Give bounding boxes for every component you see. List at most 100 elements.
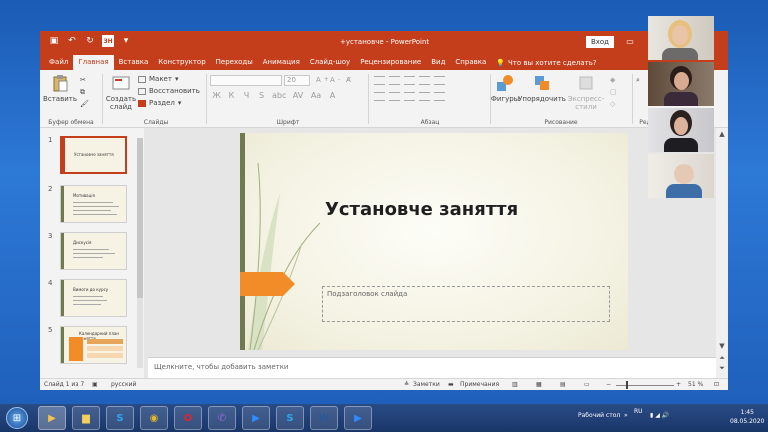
slide-scrollbar[interactable]: ▲ ▼ ⏶ ⏷ [716,128,728,378]
slideshow-view-icon[interactable]: ▭ [584,381,590,388]
scrollbar-thumb[interactable] [137,138,143,298]
notes-pane[interactable]: Щелкните, чтобы добавить заметки [148,357,716,378]
tell-me-box[interactable]: 💡 Что вы хотите сделать? [491,55,601,70]
spacing-button[interactable]: AV [292,91,304,100]
tab-transitions[interactable]: Переходы [211,55,258,70]
zoom-slider-thumb[interactable] [626,381,628,389]
next-slide-icon[interactable]: ⏷ [718,364,726,373]
bold-button[interactable]: Ж [212,91,221,100]
italic-button[interactable]: К [227,91,236,100]
shadow-button[interactable]: S [257,91,266,100]
shape-fill-icon[interactable]: ◆ [610,76,615,84]
bullets-icon[interactable] [374,76,385,85]
quick-styles-button[interactable]: Экспресс-стили [566,74,606,111]
slide-thumbnail[interactable]: Вимоги до курсу [60,279,127,317]
zoom-level[interactable]: 51 % [688,381,703,388]
format-painter-icon[interactable]: 🖌 [80,100,89,108]
cut-icon[interactable]: ✂ [80,76,86,84]
columns-icon[interactable] [434,92,445,101]
increase-indent-icon[interactable] [419,76,430,85]
paste-button[interactable]: Вставить [43,74,77,103]
tab-view[interactable]: Вид [426,55,450,70]
section-button[interactable]: Раздел ▾ [138,99,181,107]
decrease-indent-icon[interactable] [404,76,415,85]
find-icon[interactable]: ⌕ [636,76,640,85]
language-label[interactable]: русский [111,381,136,388]
start-from-beginning-button[interactable]: ЗН [102,35,114,47]
undo-icon[interactable]: ↶ [66,35,78,47]
tab-insert[interactable]: Вставка [114,55,154,70]
align-center-icon[interactable] [389,92,400,101]
slide-title[interactable]: Установче заняття [325,199,518,220]
change-case-button[interactable]: Aa [310,91,322,100]
skype-taskbar-button[interactable]: S [276,406,304,430]
language-indicator[interactable]: RU [634,408,643,415]
fit-slide-icon[interactable]: ⊡ [714,381,719,388]
skype-taskbar-button[interactable]: S [106,406,134,430]
word-taskbar-button[interactable]: W [310,406,338,430]
font-color-icon[interactable]: A [328,91,337,100]
clock[interactable]: 1:45 08.05.2020 [730,408,764,426]
tab-design[interactable]: Конструктор [153,55,210,70]
reset-button[interactable]: Восстановить [138,87,200,95]
font-size-combo[interactable]: 20 [284,75,310,86]
opera-taskbar-button[interactable]: O [174,406,202,430]
clear-format-icon[interactable]: Ⱥ [346,76,351,84]
font-name-combo[interactable] [210,75,282,86]
copy-icon[interactable]: ⧉ [80,88,85,97]
tray-expand-icon[interactable]: » [624,412,628,419]
zoom-in-icon[interactable]: + [676,381,681,388]
layout-button[interactable]: Макет ▾ [138,75,178,83]
chrome-taskbar-button[interactable]: ◉ [140,406,168,430]
shapes-button[interactable]: Фигуры [491,74,519,103]
desktop-label[interactable]: Рабочий стол [578,412,620,419]
tab-home[interactable]: Главная [73,55,114,70]
zoom-slider[interactable] [616,385,674,386]
tab-slideshow[interactable]: Слайд-шоу [305,55,355,70]
start-button[interactable]: ⊞ [6,407,28,429]
align-right-icon[interactable] [404,92,415,101]
slide-thumbnail[interactable]: Дискусія [60,232,127,270]
explorer-taskbar-button[interactable]: ▆ [72,406,100,430]
arrange-button[interactable]: Упорядочить [518,74,566,103]
tab-help[interactable]: Справка [450,55,491,70]
shape-outline-icon[interactable]: ▢ [610,88,617,96]
ribbon-display-icon[interactable]: ▭ [622,35,638,48]
grow-font-icon[interactable]: A + [316,76,329,84]
viber-taskbar-button[interactable]: ✆ [208,406,236,430]
prev-slide-icon[interactable]: ⏶ [718,354,726,363]
scroll-up-icon[interactable]: ▲ [718,130,726,138]
scroll-down-icon[interactable]: ▼ [718,342,726,350]
justify-icon[interactable] [419,92,430,101]
save-icon[interactable]: ▣ [48,35,60,47]
shrink-font-icon[interactable]: A- [330,76,340,84]
zoom-out-icon[interactable]: − [606,381,611,388]
login-button[interactable]: Вход [586,36,614,48]
tab-review[interactable]: Рецензирование [355,55,426,70]
subtitle-placeholder[interactable]: Подзаголовок слайда [322,286,610,322]
notes-toggle[interactable]: Заметки [413,381,440,388]
tab-file[interactable]: Файл [44,55,73,70]
sorter-view-icon[interactable]: ▦ [536,381,542,388]
tray-icons[interactable]: ▮ ◢ 🔊 [650,412,669,419]
underline-button[interactable]: Ч [242,91,251,100]
shape-effects-icon[interactable]: ◇ [610,100,615,108]
comments-toggle[interactable]: Примечания [460,381,499,388]
redo-icon[interactable]: ↻ [84,35,96,47]
customize-qat-icon[interactable]: ▾ [120,35,132,47]
slide-thumbnail[interactable]: Календарний план заняття [60,326,127,364]
align-left-icon[interactable] [374,92,385,101]
slide-thumbnail[interactable]: Установче заняття [60,136,127,174]
thumbnails-scrollbar[interactable] [137,138,143,368]
strikethrough-button[interactable]: abc [272,91,286,100]
zoom-taskbar-button[interactable]: ▶ [344,406,372,430]
numbering-icon[interactable] [389,76,400,85]
media-player-taskbar-button[interactable]: ▶ [38,406,66,430]
tab-animations[interactable]: Анимация [258,55,305,70]
normal-view-icon[interactable]: ▥ [512,381,518,388]
zoom-taskbar-button[interactable]: ▶ [242,406,270,430]
new-slide-button[interactable]: Создать слайд [106,74,136,111]
reading-view-icon[interactable]: ▤ [560,381,566,388]
slide-thumbnail[interactable]: Мотивація [60,185,127,223]
line-spacing-icon[interactable] [434,76,445,85]
